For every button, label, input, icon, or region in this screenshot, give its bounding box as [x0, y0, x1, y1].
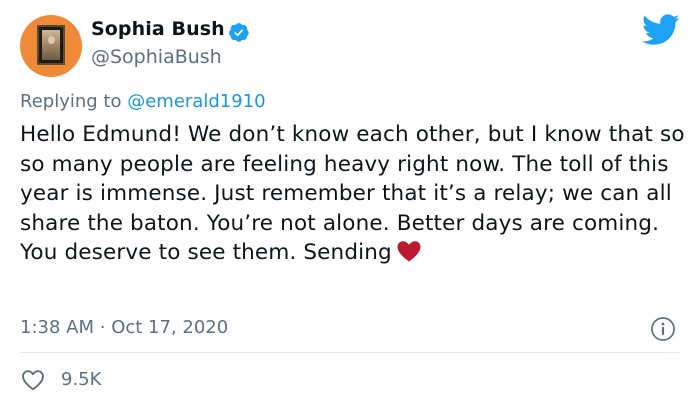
tweet-time: 1:38 AM: [20, 317, 94, 338]
info-icon[interactable]: [650, 316, 676, 342]
divider: [20, 352, 680, 353]
red-heart-emoji: [397, 241, 421, 262]
heart-outline-icon[interactable]: [21, 369, 45, 391]
tweet-date: Oct 17, 2020: [111, 317, 229, 338]
tweet-body: Hello Edmund! We don’t know each other, …: [20, 122, 685, 266]
replying-to-line: Replying to @emerald1910: [20, 91, 266, 112]
display-name[interactable]: Sophia Bush: [91, 18, 225, 40]
like-count[interactable]: 9.5K: [61, 369, 101, 390]
avatar[interactable]: [20, 15, 82, 77]
meta-separator: ·: [99, 317, 106, 338]
tweet-card: Sophia Bush @SophiaBush Replying to @eme…: [0, 0, 700, 407]
verified-badge-icon: [229, 23, 249, 42]
avatar-picture-frame: [37, 25, 65, 65]
handle[interactable]: @SophiaBush: [91, 46, 222, 68]
tweet-text: Hello Edmund! We don’t know each other, …: [20, 120, 685, 268]
reply-mention-link[interactable]: @emerald1910: [127, 91, 265, 112]
twitter-bird-icon[interactable]: [642, 14, 680, 46]
replying-to-label: Replying to: [20, 91, 122, 112]
tweet-timestamp[interactable]: 1:38 AM · Oct 17, 2020: [20, 317, 228, 338]
